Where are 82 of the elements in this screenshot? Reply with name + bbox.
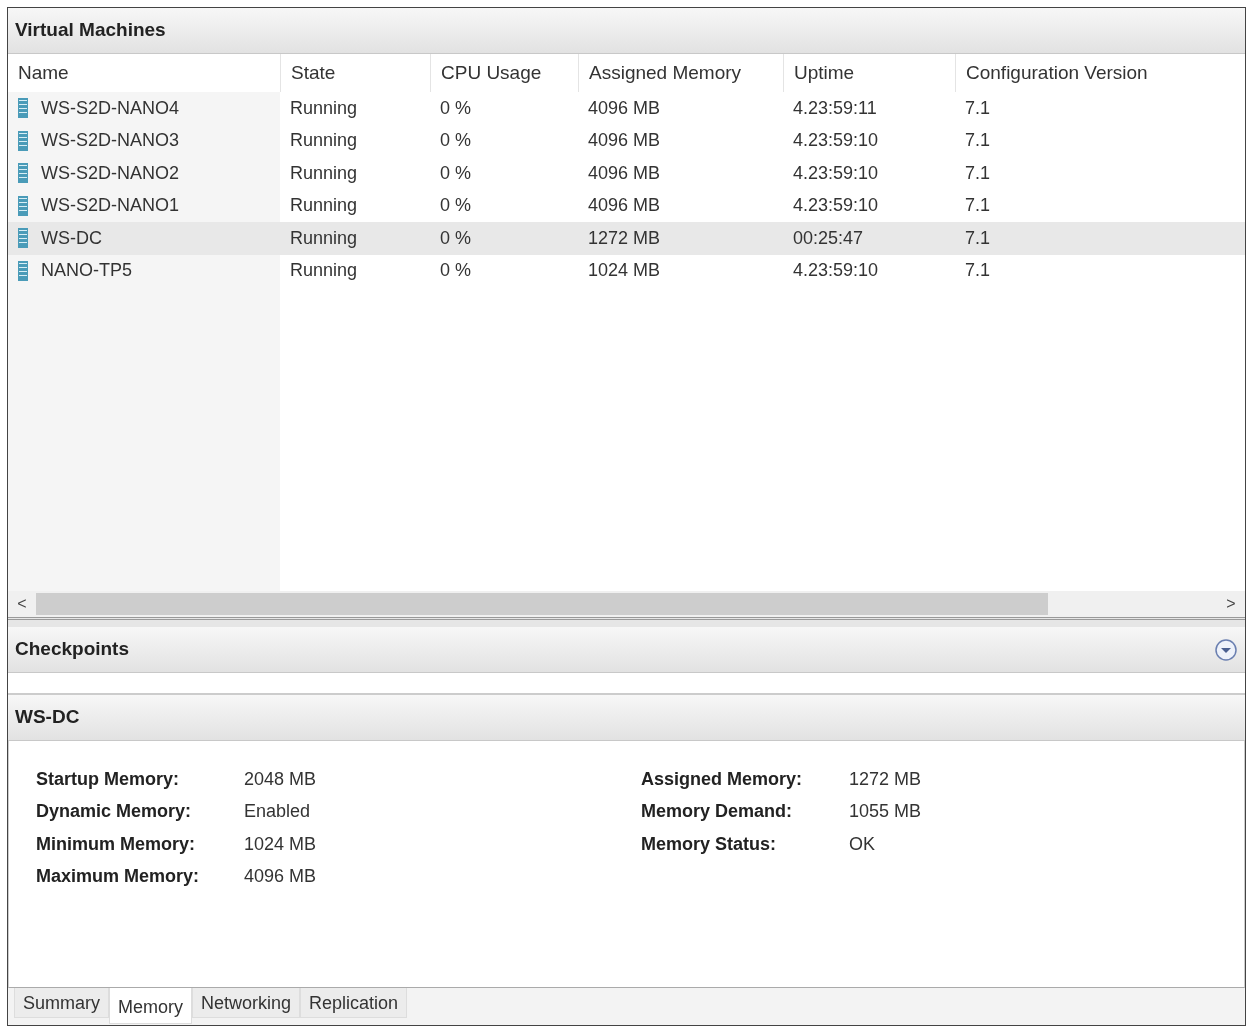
detail-label: Assigned Memory: — [641, 767, 804, 791]
detail-value: 1024 MB — [244, 832, 317, 856]
table-row[interactable]: WS-S2D-NANO3 Running 0 % 4096 MB 4.23:59:10 7.1 — [8, 124, 1245, 157]
table-row[interactable]: WS-DC Running 0 % 1272 MB 00:25:47 7.1 — [8, 222, 1245, 255]
detail-value: 2048 MB — [244, 767, 317, 791]
table-cell-text: WS-S2D-NANO3 — [41, 129, 179, 153]
table-cell-text: NANO-TP5 — [41, 259, 132, 283]
table-cell-text: WS-S2D-NANO2 — [41, 161, 179, 185]
scroll-left-arrow[interactable]: < — [8, 592, 36, 616]
table-row[interactable]: WS-S2D-NANO2 Running 0 % 4096 MB 4.23:59:10 7.1 — [8, 157, 1245, 190]
table-cell-text: 7.1 — [965, 96, 991, 120]
detail-value: 1272 MB — [849, 767, 922, 791]
table-cell-text: 4.23:59:10 — [793, 259, 879, 283]
server-icon — [18, 195, 28, 216]
detail-value: 1055 MB — [849, 800, 922, 824]
tab[interactable]: Replication — [300, 988, 408, 1018]
table-cell-text: 1024 MB — [588, 259, 661, 283]
table-cell-text: 00:25:47 — [793, 226, 864, 250]
table-cell-text: Running — [290, 129, 358, 153]
table-cell-text: 0 % — [440, 96, 472, 120]
table-cell-text: WS-DC — [41, 226, 102, 250]
tab[interactable]: Memory — [109, 988, 193, 1024]
table-cell-text: 7.1 — [965, 259, 991, 283]
column-header[interactable]: Uptime — [783, 54, 955, 92]
table-cell-text: 7.1 — [965, 161, 991, 185]
table-cell-text: 4096 MB — [588, 96, 661, 120]
table-cell-text: 4.23:59:10 — [793, 129, 879, 153]
detail-label: Maximum Memory: — [36, 865, 201, 889]
detail-value: 4096 MB — [244, 865, 317, 889]
table-cell-text: 4096 MB — [588, 161, 661, 185]
column-header[interactable]: Configuration Version — [955, 54, 1245, 92]
panel-title: Virtual Machines — [15, 18, 166, 43]
table-cell-text: 0 % — [440, 129, 472, 153]
table-cell-text: 4.23:59:11 — [793, 96, 877, 120]
table-cell-text: Running — [290, 161, 358, 185]
detail-label: Memory Status: — [641, 832, 778, 856]
detail-label: Dynamic Memory: — [36, 800, 193, 824]
table-cell-text: Running — [290, 96, 358, 120]
server-icon — [18, 98, 28, 119]
detail-label: Startup Memory: — [36, 767, 180, 791]
table-cell-text: Running — [290, 259, 358, 283]
table-cell-text: WS-S2D-NANO4 — [41, 96, 179, 120]
server-icon — [18, 163, 28, 184]
table-cell-text: 4096 MB — [588, 129, 661, 153]
column-header[interactable]: CPU Usage — [430, 54, 578, 92]
table-cell-text: 0 % — [440, 194, 472, 218]
detail-value: OK — [849, 832, 875, 856]
server-icon — [18, 228, 28, 249]
table-row[interactable]: WS-S2D-NANO4 Running 0 % 4096 MB 4.23:59:11 7.1 — [8, 92, 1245, 125]
panel-title: WS-DC — [15, 705, 80, 730]
table-cell-text: 7.1 — [965, 194, 991, 218]
scrollbar-thumb[interactable] — [36, 593, 1048, 615]
column-header[interactable]: Name — [8, 54, 280, 92]
table-row[interactable]: NANO-TP5 Running 0 % 1024 MB 4.23:59:10 7.1 — [8, 254, 1245, 287]
server-icon — [18, 260, 28, 281]
expand-icon[interactable] — [1214, 637, 1238, 662]
splitter-bar[interactable] — [8, 617, 1245, 627]
column-header[interactable]: State — [280, 54, 430, 92]
server-icon — [18, 130, 28, 151]
table-cell-text: 4.23:59:10 — [793, 161, 879, 185]
scroll-right-arrow[interactable]: > — [1217, 592, 1245, 616]
detail-label: Memory Demand: — [641, 800, 794, 824]
table-cell-text: 0 % — [440, 226, 472, 250]
tab[interactable]: Summary — [14, 988, 109, 1018]
table-cell-text: 4.23:59:10 — [793, 194, 879, 218]
table-row[interactable]: WS-S2D-NANO1 Running 0 % 4096 MB 4.23:59:10 7.1 — [8, 189, 1245, 222]
table-cell-text: 1272 MB — [588, 226, 661, 250]
panel-title: Checkpoints — [15, 637, 130, 662]
table-cell-text: 4096 MB — [588, 194, 661, 218]
horizontal-scrollbar[interactable]: < > — [8, 591, 1245, 617]
table-cell-text: Running — [290, 226, 358, 250]
table-cell-text: 0 % — [440, 161, 472, 185]
column-header[interactable]: Assigned Memory — [578, 54, 783, 92]
table-cell-text: Running — [290, 194, 358, 218]
panel-header[interactable]: Checkpoints — [8, 627, 1245, 673]
detail-value: Enabled — [244, 800, 311, 824]
detail-label: Minimum Memory: — [36, 832, 196, 856]
table-cell-text: 7.1 — [965, 129, 991, 153]
tab[interactable]: Networking — [192, 988, 301, 1018]
table-cell-text: WS-S2D-NANO1 — [41, 194, 179, 218]
table-cell-text: 0 % — [440, 259, 472, 283]
table-cell-text: 7.1 — [965, 226, 991, 250]
